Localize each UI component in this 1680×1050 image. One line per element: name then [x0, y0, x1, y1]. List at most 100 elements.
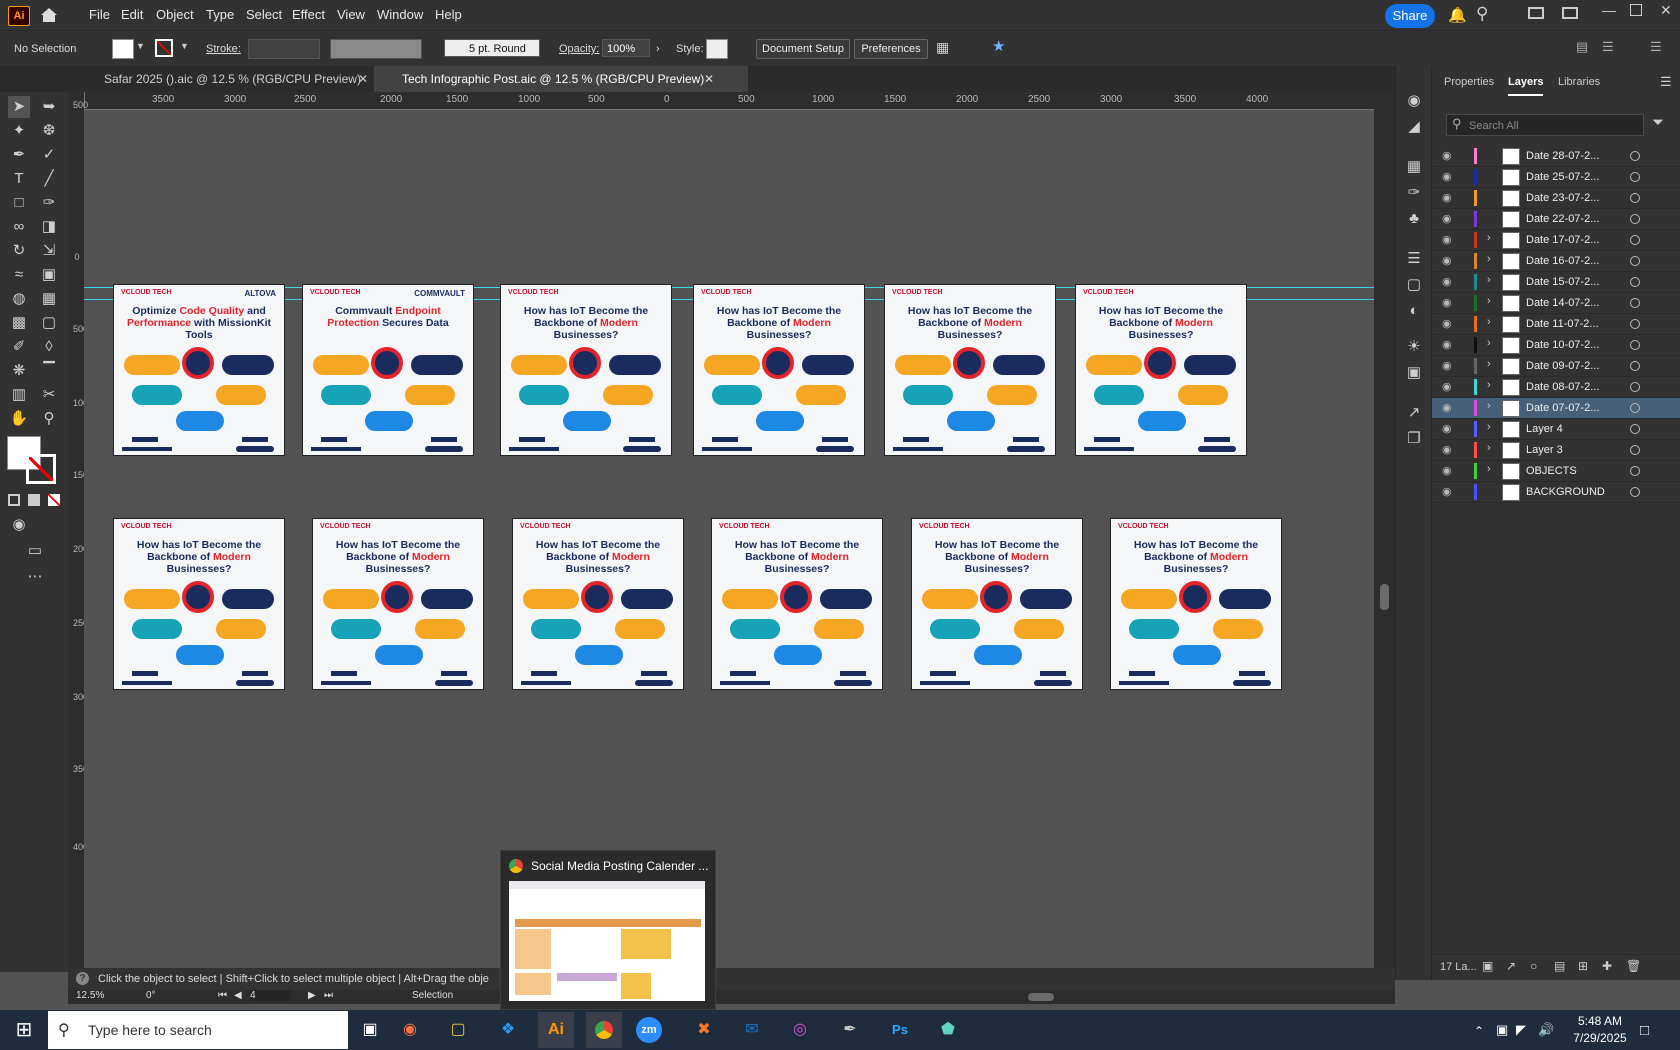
- artboard-number[interactable]: 4: [250, 990, 290, 1001]
- visibility-eye-icon[interactable]: ◉: [1442, 401, 1456, 415]
- appearance-icon[interactable]: ◉: [1403, 90, 1425, 112]
- symbols-icon[interactable]: ♣: [1403, 208, 1425, 230]
- image-trace-icon[interactable]: ▣: [1403, 362, 1425, 384]
- stroke-panel-icon[interactable]: ☰: [1403, 248, 1425, 270]
- tab-properties[interactable]: Properties: [1444, 76, 1494, 88]
- maximize-icon[interactable]: [1630, 4, 1642, 16]
- target-circle-icon[interactable]: [1630, 193, 1640, 203]
- illustrator-icon[interactable]: Ai: [538, 1012, 574, 1048]
- delete-layer-icon[interactable]: 🗑: [1626, 959, 1641, 973]
- layer-row[interactable]: ◉ › Date 15-07-2...: [1432, 272, 1680, 293]
- visibility-eye-icon[interactable]: ◉: [1442, 317, 1456, 331]
- artboard[interactable]: VCLOUD TECH How has IoT Become the Backbo…: [312, 518, 484, 690]
- horizontal-scroll-thumb[interactable]: [1028, 993, 1054, 1001]
- chevron-right-icon[interactable]: ›: [1487, 253, 1491, 265]
- visibility-eye-icon[interactable]: ◉: [1442, 275, 1456, 289]
- layer-name[interactable]: Date 28-07-2...: [1526, 150, 1599, 162]
- arrange-documents-icon[interactable]: [1528, 7, 1544, 19]
- windows-start-icon[interactable]: ⊞: [6, 1012, 42, 1048]
- color-guide-icon[interactable]: ☀: [1403, 336, 1425, 358]
- workspace-icon[interactable]: [1562, 7, 1578, 19]
- tab-layers[interactable]: Layers: [1508, 76, 1544, 96]
- app-gem-icon[interactable]: ⬟: [930, 1012, 966, 1048]
- layer-name[interactable]: Layer 4: [1526, 423, 1563, 435]
- visibility-eye-icon[interactable]: ◉: [1442, 443, 1456, 457]
- layer-row[interactable]: ◉ › OBJECTS: [1432, 461, 1680, 482]
- visibility-eye-icon[interactable]: ◉: [1442, 422, 1456, 436]
- taskbar-search-input[interactable]: Type here to search: [88, 1022, 212, 1038]
- target-circle-icon[interactable]: [1630, 235, 1640, 245]
- visibility-eye-icon[interactable]: ◉: [1442, 338, 1456, 352]
- layer-row[interactable]: ◉ Date 23-07-2...: [1432, 188, 1680, 209]
- last-artboard-icon[interactable]: ⏭: [324, 990, 333, 1001]
- artboard[interactable]: VCLOUD TECH ALTOVA Optimize Code Quality a…: [113, 284, 285, 456]
- target-circle-icon[interactable]: [1630, 214, 1640, 224]
- visibility-eye-icon[interactable]: ◉: [1442, 296, 1456, 310]
- chevron-right-icon[interactable]: ›: [1487, 274, 1491, 286]
- layer-row[interactable]: ◉ Date 28-07-2...: [1432, 146, 1680, 167]
- new-layer-icon[interactable]: ⊞: [1578, 959, 1588, 973]
- visibility-eye-icon[interactable]: ◉: [1442, 149, 1456, 163]
- target-circle-icon[interactable]: [1630, 277, 1640, 287]
- layer-row[interactable]: ◉ › Date 08-07-2...: [1432, 377, 1680, 398]
- panel-menu-icon[interactable]: ☰: [1650, 39, 1662, 55]
- task-view-icon[interactable]: ▣: [352, 1012, 388, 1048]
- layer-row[interactable]: ◉ › Date 17-07-2...: [1432, 230, 1680, 251]
- export-icon[interactable]: ↗: [1403, 402, 1425, 424]
- layer-row[interactable]: ◉ › Date 16-07-2...: [1432, 251, 1680, 272]
- layer-name[interactable]: Date 25-07-2...: [1526, 171, 1599, 183]
- layers-search-input[interactable]: Search All: [1446, 114, 1644, 136]
- artboard[interactable]: VCLOUD TECH COMMVAULT Commvault Endpoint P…: [302, 284, 474, 456]
- previous-artboard-icon[interactable]: ◀: [234, 990, 242, 1001]
- artboards-panel-icon[interactable]: ❐: [1403, 428, 1425, 450]
- layer-name[interactable]: Date 11-07-2...: [1526, 318, 1599, 330]
- target-circle-icon[interactable]: [1630, 466, 1640, 476]
- vertical-scrollbar[interactable]: [1374, 92, 1395, 968]
- target-circle-icon[interactable]: [1630, 151, 1640, 161]
- target-circle-icon[interactable]: [1630, 424, 1640, 434]
- photoshop-icon[interactable]: Ps: [882, 1012, 918, 1048]
- visibility-eye-icon[interactable]: ◉: [1442, 359, 1456, 373]
- zoom-level[interactable]: 12.5%: [76, 990, 104, 1001]
- layer-name[interactable]: Layer 3: [1526, 444, 1563, 456]
- chevron-right-icon[interactable]: ›: [1487, 316, 1491, 328]
- visibility-eye-icon[interactable]: ◉: [1442, 212, 1456, 226]
- file-explorer-icon[interactable]: ▢: [440, 1012, 476, 1048]
- layer-name[interactable]: Date 09-07-2...: [1526, 360, 1599, 372]
- graphic-styles-icon[interactable]: ◢: [1403, 116, 1425, 138]
- locate-object-icon[interactable]: ↗: [1506, 959, 1516, 973]
- rotation-angle[interactable]: 0°: [146, 990, 156, 1001]
- layer-row[interactable]: ◉ › Layer 3: [1432, 440, 1680, 461]
- collect-export-icon[interactable]: ▣: [1482, 959, 1493, 973]
- target-circle-icon[interactable]: [1630, 487, 1640, 497]
- layer-row[interactable]: ◉ BACKGROUND: [1432, 482, 1680, 503]
- visibility-eye-icon[interactable]: ◉: [1442, 464, 1456, 478]
- first-artboard-icon[interactable]: ⏮: [218, 990, 227, 1001]
- minimize-icon[interactable]: —: [1602, 2, 1616, 18]
- xampp-icon[interactable]: ✖: [686, 1012, 722, 1048]
- distribute-icon[interactable]: ☰: [1602, 39, 1614, 55]
- visibility-eye-icon[interactable]: ◉: [1442, 233, 1456, 247]
- tab-libraries[interactable]: Libraries: [1558, 76, 1600, 88]
- artboard[interactable]: VCLOUD TECH How has IoT Become the Backbo…: [500, 284, 672, 456]
- network-icon[interactable]: ▣: [1496, 1022, 1508, 1038]
- share-button[interactable]: Share: [1385, 4, 1435, 28]
- layer-row[interactable]: ◉ › Date 14-07-2...: [1432, 293, 1680, 314]
- volume-icon[interactable]: 🔊: [1538, 1022, 1554, 1038]
- visibility-eye-icon[interactable]: ◉: [1442, 191, 1456, 205]
- make-clipping-mask-icon[interactable]: ○: [1530, 959, 1537, 973]
- layer-row[interactable]: ◉ › Date 07-07-2...: [1432, 398, 1680, 419]
- scroll-thumb[interactable]: [1380, 584, 1389, 610]
- chevron-right-icon[interactable]: ›: [1487, 358, 1491, 370]
- artboard[interactable]: VCLOUD TECH How has IoT Become the Backbo…: [1110, 518, 1282, 690]
- layer-name[interactable]: Date 22-07-2...: [1526, 213, 1599, 225]
- layer-name[interactable]: Date 07-07-2...: [1526, 402, 1599, 414]
- panel-menu-icon[interactable]: ☰: [1660, 74, 1672, 90]
- layer-row[interactable]: ◉ › Layer 4: [1432, 419, 1680, 440]
- target-circle-icon[interactable]: [1630, 298, 1640, 308]
- layer-name[interactable]: Date 14-07-2...: [1526, 297, 1599, 309]
- zoom-icon[interactable]: zm: [636, 1017, 662, 1043]
- layer-name[interactable]: Date 16-07-2...: [1526, 255, 1599, 267]
- artboard[interactable]: VCLOUD TECH How has IoT Become the Backbo…: [911, 518, 1083, 690]
- target-circle-icon[interactable]: [1630, 256, 1640, 266]
